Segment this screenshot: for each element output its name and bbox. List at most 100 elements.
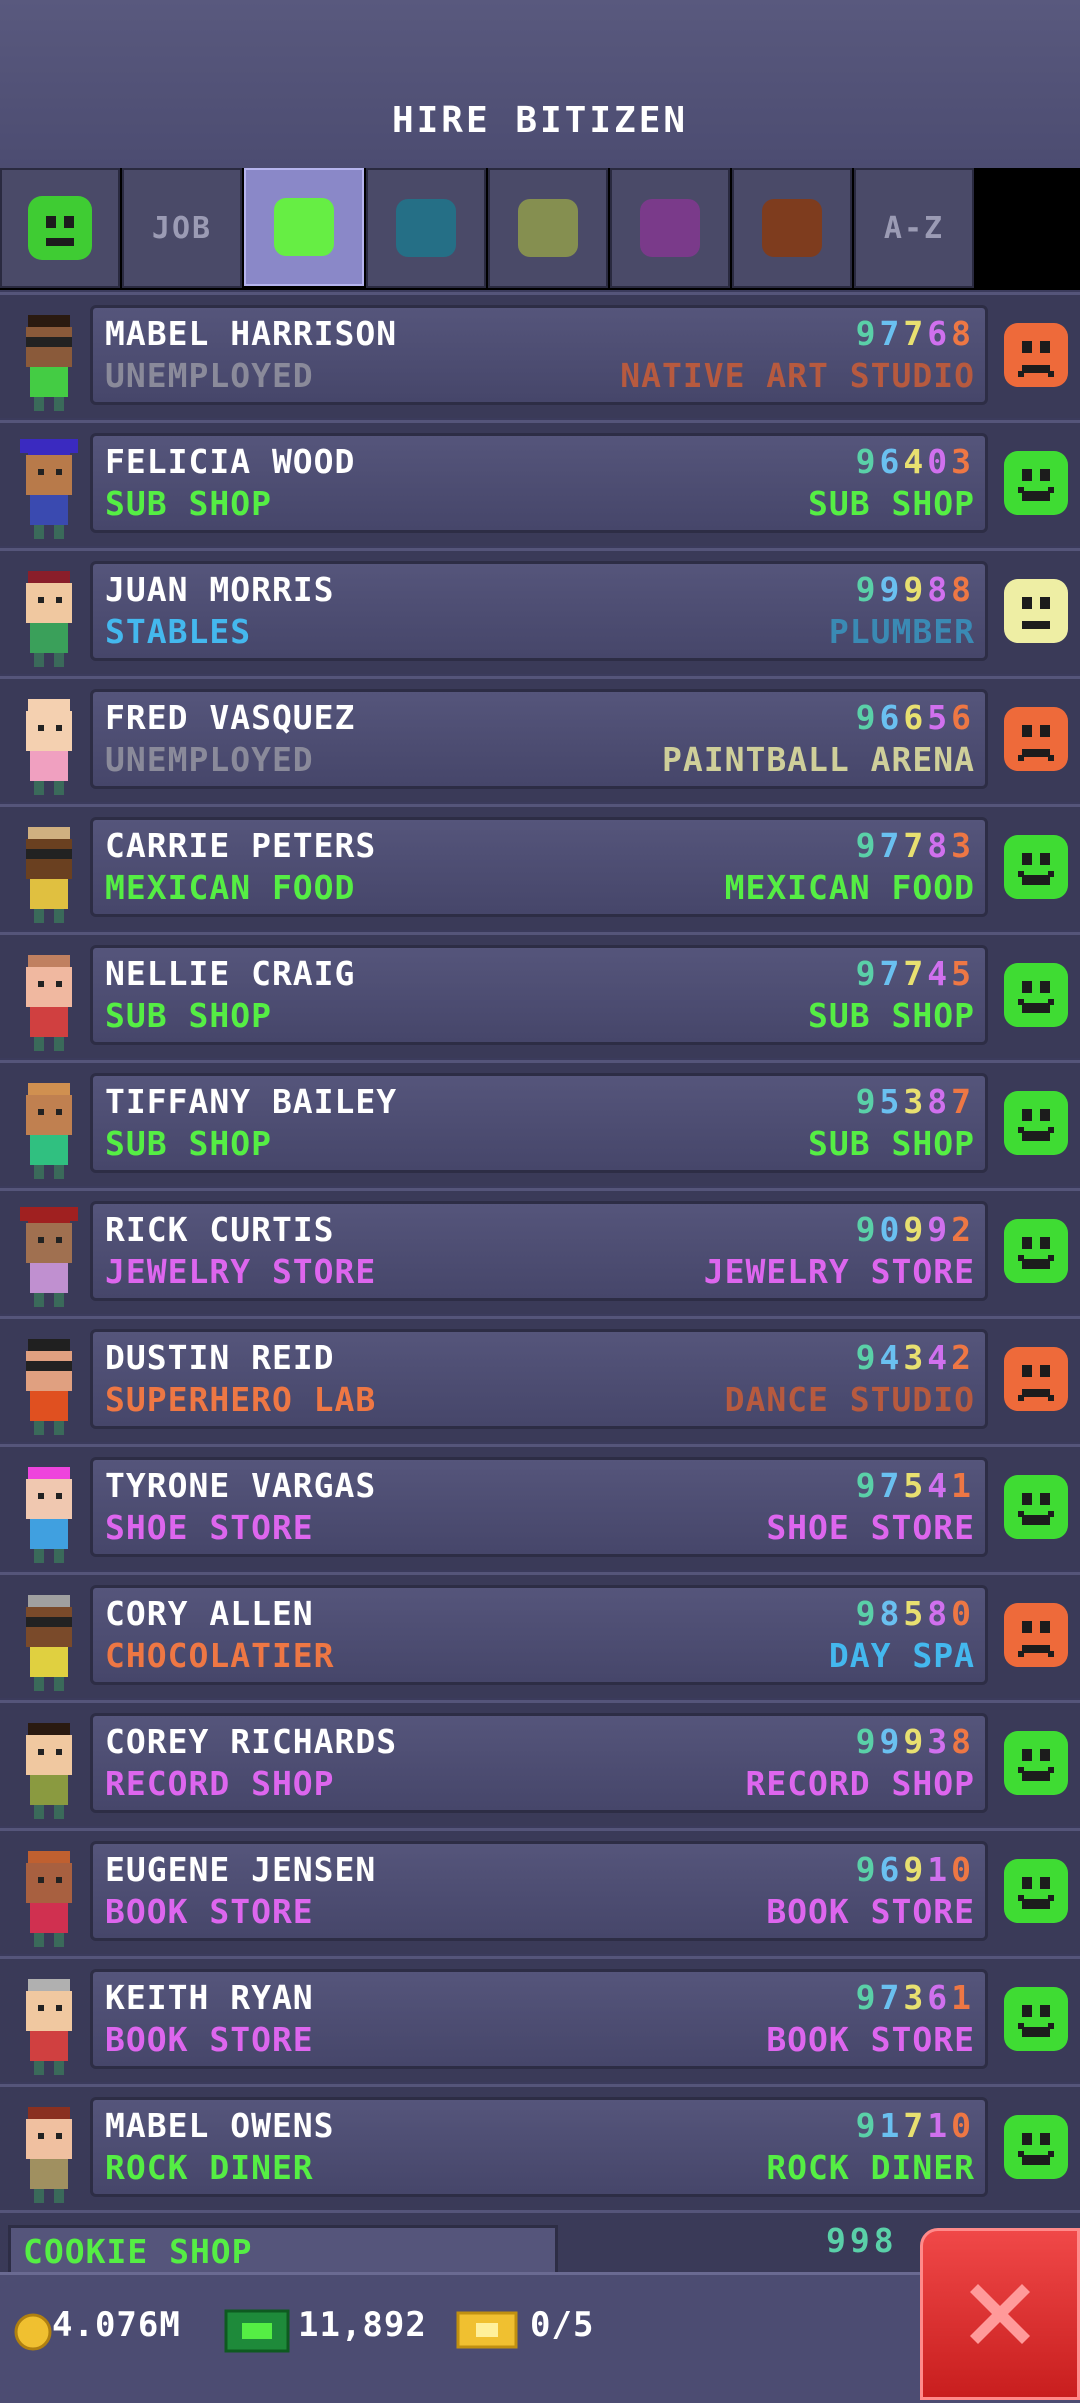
current-job: UNEMPLOYED xyxy=(105,740,314,779)
bitizen-card: CARRIE PETERS MEXICAN FOOD MEXICAN FOOD 977… xyxy=(90,817,988,917)
bitizen-name: TYRONE VARGAS xyxy=(105,1466,377,1505)
filter-tab-2[interactable] xyxy=(244,168,364,286)
avatar xyxy=(6,1971,92,2079)
filter-tab-3[interactable] xyxy=(366,168,486,288)
skill-stat-digit: 3 xyxy=(903,1978,928,2017)
skill-stats: 96656 xyxy=(856,698,975,737)
skill-stats: 99938 xyxy=(856,1722,975,1761)
happy-face-icon xyxy=(1004,835,1068,899)
skill-stat-digit: 5 xyxy=(903,1594,928,1633)
bitizen-row[interactable]: COREY RICHARDS RECORD SHOP RECORD SHOP 9993… xyxy=(0,1700,1080,1826)
bitizen-card: TIFFANY BAILEY SUB SHOP SUB SHOP 95387 xyxy=(90,1073,988,1173)
bitizen-row[interactable]: FELICIA WOOD SUB SHOP SUB SHOP 96403 xyxy=(0,420,1080,546)
skill-stat-digit: 9 xyxy=(903,1210,928,1249)
skill-stat-digit: 4 xyxy=(903,442,928,481)
skill-stat-digit: 8 xyxy=(927,1082,952,1121)
avatar xyxy=(6,563,92,671)
skill-stat-digit: 7 xyxy=(879,1978,904,2017)
skill-stat-digit: 7 xyxy=(903,826,928,865)
bitizen-row[interactable]: CARRIE PETERS MEXICAN FOOD MEXICAN FOOD 977… xyxy=(0,804,1080,930)
avatar xyxy=(6,947,92,1055)
bitizen-name: KEITH RYAN xyxy=(105,1978,314,2017)
bitizen-name: FELICIA WOOD xyxy=(105,442,356,481)
current-job: MEXICAN FOOD xyxy=(105,868,356,907)
skill-stat-digit: 9 xyxy=(879,570,904,609)
skill-stat-digit: 9 xyxy=(855,570,880,609)
bitizen-name: JUAN MORRIS xyxy=(105,570,335,609)
bitizen-row[interactable]: JUAN MORRIS STABLES PLUMBER 99988 xyxy=(0,548,1080,674)
bitizen-row[interactable]: FRED VASQUEZ UNEMPLOYED PAINTBALL ARENA 966… xyxy=(0,676,1080,802)
resource-bar: 4.076M 11,892 0/5 xyxy=(0,2272,1080,2403)
dream-job: PAINTBALL ARENA xyxy=(661,740,975,779)
happy-face-icon xyxy=(1004,2115,1068,2179)
skill-stat-digit: 1 xyxy=(927,1850,952,1889)
filter-tab-6[interactable] xyxy=(732,168,852,288)
bitizen-row[interactable]: MABEL HARRISON UNEMPLOYED NATIVE ART STUDI… xyxy=(0,292,1080,418)
color-swatch xyxy=(518,199,578,257)
skill-stats: 97361 xyxy=(856,1978,975,2017)
skill-stats: 96910 xyxy=(856,1850,975,1889)
skill-stat-digit: 5 xyxy=(927,698,952,737)
avatar xyxy=(6,1331,92,1439)
happy-face-icon xyxy=(1004,451,1068,515)
skill-stat-digit: 7 xyxy=(879,826,904,865)
skill-stat-digit: 0 xyxy=(927,442,952,481)
filter-tab-5[interactable] xyxy=(610,168,730,288)
partial-stats: 998 xyxy=(826,2221,898,2260)
dream-job: MEXICAN FOOD xyxy=(724,868,975,907)
bitizen-row[interactable]: KEITH RYAN BOOK STORE BOOK STORE 97361 xyxy=(0,1956,1080,2082)
skill-stat-digit: 8 xyxy=(951,1722,975,1761)
tab-label: JOB xyxy=(151,210,213,246)
skill-stat-digit: 9 xyxy=(855,826,880,865)
avatar xyxy=(6,435,92,543)
skill-stat-digit: 0 xyxy=(951,1594,975,1633)
bitizen-name: DUSTIN REID xyxy=(105,1338,335,1377)
skill-stats: 97768 xyxy=(856,314,975,353)
bitizen-row[interactable]: EUGENE JENSEN BOOK STORE BOOK STORE 96910 xyxy=(0,1828,1080,1954)
bitizen-name: MABEL OWENS xyxy=(105,2106,335,2145)
filter-tab-4[interactable] xyxy=(488,168,608,288)
current-job: STABLES xyxy=(105,612,252,651)
bitizen-row[interactable]: NELLIE CRAIG SUB SHOP SUB SHOP 97745 xyxy=(0,932,1080,1058)
avatar xyxy=(6,307,92,415)
bitizen-row[interactable]: TYRONE VARGAS SHOE STORE SHOE STORE 97541 xyxy=(0,1444,1080,1570)
partial-job: COOKIE SHOP xyxy=(23,2232,253,2271)
bitizen-name: COREY RICHARDS xyxy=(105,1722,398,1761)
tab-label: A-Z xyxy=(883,210,945,246)
current-job: SUPERHERO LAB xyxy=(105,1380,377,1419)
filter-tab-7[interactable]: A-Z xyxy=(854,168,974,288)
skill-stat-digit: 9 xyxy=(855,1082,880,1121)
skill-stat-digit: 6 xyxy=(879,442,904,481)
current-job: SUB SHOP xyxy=(105,996,272,1035)
skill-stat-digit: 9 xyxy=(855,2106,880,2145)
current-job: BOOK STORE xyxy=(105,1892,314,1931)
bitizen-card: MABEL OWENS ROCK DINER ROCK DINER 91710 xyxy=(90,2097,988,2197)
skill-stat-digit: 8 xyxy=(927,1594,952,1633)
bitizen-row[interactable]: CORY ALLEN CHOCOLATIER DAY SPA 98580 xyxy=(0,1572,1080,1698)
bitizen-name: RICK CURTIS xyxy=(105,1210,335,1249)
bitizen-row[interactable]: RICK CURTIS JEWELRY STORE JEWELRY STORE 909… xyxy=(0,1188,1080,1314)
skill-stat-digit: 4 xyxy=(879,1338,904,1377)
skill-stat-digit: 9 xyxy=(855,698,880,737)
bitizen-name: TIFFANY BAILEY xyxy=(105,1082,398,1121)
filter-tab-1[interactable]: JOB xyxy=(122,168,242,288)
filter-tab-0[interactable] xyxy=(0,168,120,288)
dream-job: DAY SPA xyxy=(828,1636,975,1675)
tickets-value: 0/5 xyxy=(530,2305,595,2345)
dream-job: BOOK STORE xyxy=(766,1892,975,1931)
skill-stat-digit: 9 xyxy=(855,1466,880,1505)
current-job: UNEMPLOYED xyxy=(105,356,314,395)
skill-stat-digit: 2 xyxy=(951,1210,975,1249)
partial-row[interactable]: COOKIE SHOP 998 xyxy=(0,2210,1080,2275)
close-button[interactable] xyxy=(920,2228,1080,2400)
skill-stat-digit: 2 xyxy=(951,1338,975,1377)
ticket-icon xyxy=(456,2311,518,2349)
skill-stat-digit: 9 xyxy=(879,1722,904,1761)
bitizen-row[interactable]: DUSTIN REID SUPERHERO LAB DANCE STUDIO 9434… xyxy=(0,1316,1080,1442)
color-swatch xyxy=(274,198,334,256)
current-job: CHOCOLATIER xyxy=(105,1636,335,1675)
dream-job: SUB SHOP xyxy=(808,484,975,523)
bitizen-row[interactable]: TIFFANY BAILEY SUB SHOP SUB SHOP 95387 xyxy=(0,1060,1080,1186)
page-title: HIRE BITIZEN xyxy=(391,100,689,141)
bitizen-row[interactable]: MABEL OWENS ROCK DINER ROCK DINER 91710 xyxy=(0,2084,1080,2210)
